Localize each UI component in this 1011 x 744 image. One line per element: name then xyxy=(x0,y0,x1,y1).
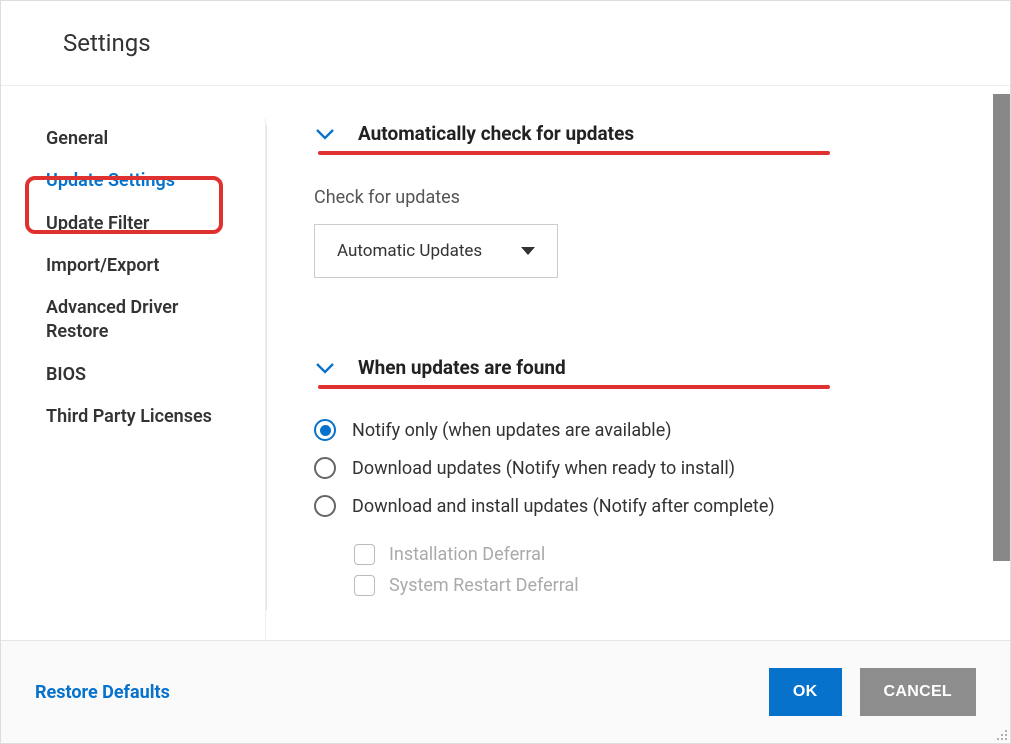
caret-down-icon xyxy=(521,247,535,255)
cancel-button[interactable]: CANCEL xyxy=(860,668,976,716)
checkbox-installation-deferral[interactable]: Installation Deferral xyxy=(354,539,990,570)
sidebar-item-update-filter[interactable]: Update Filter xyxy=(46,203,216,245)
settings-window: Settings General Update Settings Update … xyxy=(0,0,1011,744)
radio-notify-only[interactable]: Notify only (when updates are available) xyxy=(314,411,990,449)
page-title: Settings xyxy=(1,1,1010,86)
check-for-updates-label: Check for updates xyxy=(314,187,990,208)
body: General Update Settings Update Filter Im… xyxy=(1,86,1010,640)
sidebar-item-import-export[interactable]: Import/Export xyxy=(46,245,216,287)
sidebar-item-third-party-licenses[interactable]: Third Party Licenses xyxy=(46,396,216,438)
update-behavior-radio-group: Notify only (when updates are available)… xyxy=(314,411,990,525)
radio-label: Download updates (Notify when ready to i… xyxy=(352,458,735,479)
sidebar-item-general[interactable]: General xyxy=(46,118,216,160)
radio-download-notify[interactable]: Download updates (Notify when ready to i… xyxy=(314,449,990,487)
radio-icon xyxy=(314,419,336,441)
section-auto-title: Automatically check for updates xyxy=(358,122,634,145)
restore-defaults-link[interactable]: Restore Defaults xyxy=(35,682,170,703)
checkbox-label: System Restart Deferral xyxy=(389,575,579,596)
content-pane: Automatically check for updates Check fo… xyxy=(266,86,1010,640)
scrollbar-thumb[interactable] xyxy=(993,94,1010,561)
footer: Restore Defaults OK CANCEL xyxy=(1,640,1010,743)
annotation-underline-2 xyxy=(318,385,830,389)
sidebar-item-bios[interactable]: BIOS xyxy=(46,354,216,396)
check-for-updates-select[interactable]: Automatic Updates xyxy=(314,224,558,278)
sidebar-item-update-settings[interactable]: Update Settings xyxy=(46,160,216,202)
checkbox-label: Installation Deferral xyxy=(389,544,545,565)
sidebar-item-advanced-driver-restore[interactable]: Advanced Driver Restore xyxy=(46,287,216,354)
section-found-header[interactable]: When updates are found xyxy=(314,356,990,379)
ok-button[interactable]: OK xyxy=(769,668,842,716)
sidebar: General Update Settings Update Filter Im… xyxy=(1,86,266,640)
section-auto-header[interactable]: Automatically check for updates xyxy=(314,122,990,145)
radio-label: Notify only (when updates are available) xyxy=(352,420,672,441)
resize-grip-icon[interactable] xyxy=(994,727,1008,741)
annotation-underline-1 xyxy=(318,151,830,155)
radio-label: Download and install updates (Notify aft… xyxy=(352,496,775,517)
section-found-title: When updates are found xyxy=(358,356,566,379)
radio-download-install[interactable]: Download and install updates (Notify aft… xyxy=(314,487,990,525)
chevron-down-icon xyxy=(314,123,336,145)
radio-icon xyxy=(314,457,336,479)
checkbox-icon xyxy=(354,544,375,565)
deferral-checkbox-group: Installation Deferral System Restart Def… xyxy=(354,539,990,601)
radio-icon xyxy=(314,495,336,517)
select-value: Automatic Updates xyxy=(337,241,482,261)
checkbox-icon xyxy=(354,575,375,596)
checkbox-system-restart-deferral[interactable]: System Restart Deferral xyxy=(354,570,990,601)
chevron-down-icon xyxy=(314,357,336,379)
